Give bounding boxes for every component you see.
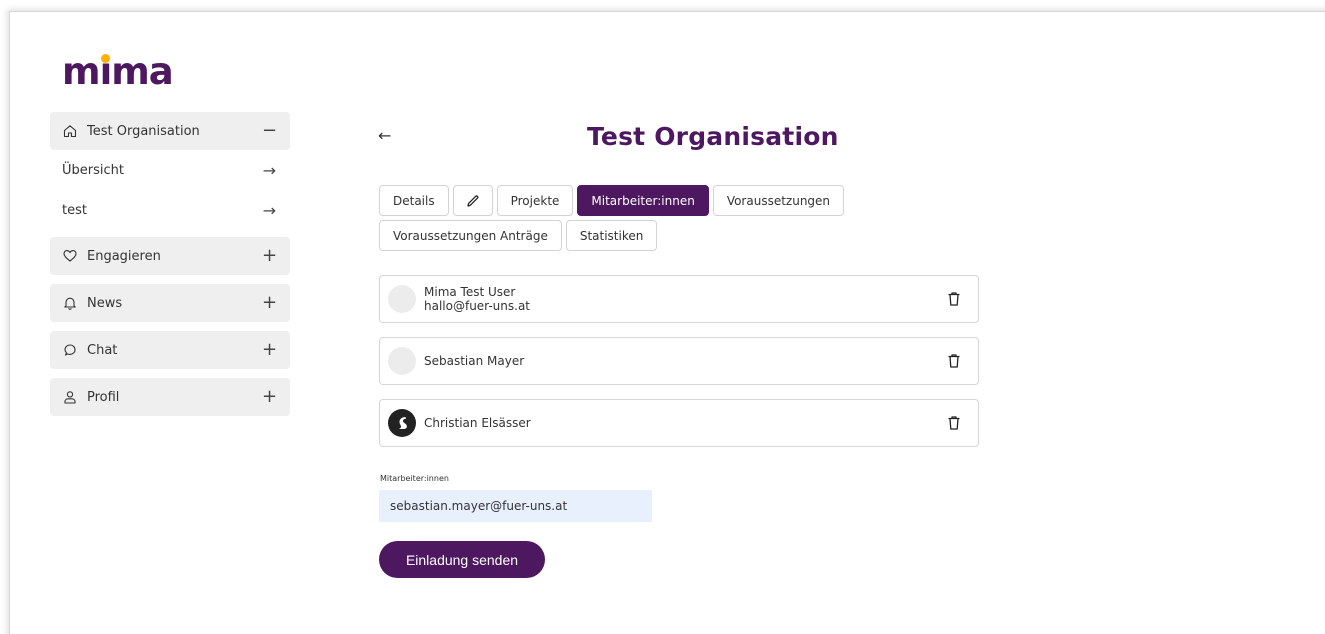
tab-statistiken[interactable]: Statistiken xyxy=(565,220,658,251)
heart-icon xyxy=(62,248,78,264)
invite-field-label: Mitarbeiter:innen xyxy=(380,474,449,483)
sidebar-section-engagieren[interactable]: Engagieren + xyxy=(50,237,290,275)
user-icon xyxy=(62,389,78,405)
tab-projekte[interactable]: Projekte xyxy=(496,185,574,216)
page-title: Test Organisation xyxy=(587,122,839,151)
sidebar-section-label: Engagieren xyxy=(87,248,161,264)
sidebar-item-test[interactable]: test → xyxy=(50,190,290,230)
expand-icon[interactable]: + xyxy=(262,247,277,265)
tab-edit[interactable] xyxy=(452,185,493,216)
member-row: Sebastian Mayer xyxy=(379,337,979,385)
trash-icon[interactable] xyxy=(944,351,964,371)
tab-bar: Details Projekte Mitarbeiter:innen Vorau… xyxy=(379,185,899,255)
sidebar-section-chat[interactable]: Chat + xyxy=(50,331,290,369)
pencil-icon xyxy=(466,194,480,208)
expand-icon[interactable]: + xyxy=(262,294,277,312)
sidebar-section-profil[interactable]: Profil + xyxy=(50,378,290,416)
sidebar-section-label: Test Organisation xyxy=(87,123,200,139)
avatar xyxy=(388,409,416,437)
sidebar-item-label: Übersicht xyxy=(62,162,124,178)
invite-email-input[interactable] xyxy=(379,490,652,522)
sidebar-item-label: test xyxy=(62,202,87,218)
tab-mitarbeiterinnen[interactable]: Mitarbeiter:innen xyxy=(577,185,709,216)
squirrel-logo-icon xyxy=(398,417,407,429)
trash-icon[interactable] xyxy=(944,289,964,309)
member-name: Sebastian Mayer xyxy=(424,354,525,368)
collapse-icon[interactable]: − xyxy=(262,122,277,140)
member-info: Mima Test User hallo@fuer-uns.at xyxy=(424,285,944,313)
sidebar-section-label: Profil xyxy=(87,389,120,405)
bell-icon xyxy=(62,295,78,311)
member-name: Christian Elsässer xyxy=(424,416,531,430)
member-row: Christian Elsässer xyxy=(379,399,979,447)
sidebar-section-news[interactable]: News + xyxy=(50,284,290,322)
arrow-right-icon: → xyxy=(262,200,276,220)
member-info: Christian Elsässer xyxy=(424,416,944,430)
tab-voraussetzungen[interactable]: Voraussetzungen xyxy=(712,185,845,216)
sidebar-section-test-organisation[interactable]: Test Organisation − xyxy=(50,112,290,150)
sidebar-nav: Test Organisation − Übersicht → test → E… xyxy=(50,112,290,425)
mima-logo[interactable]: mima xyxy=(62,52,174,92)
sidebar-section-label: Chat xyxy=(87,342,118,358)
expand-icon[interactable]: + xyxy=(262,388,277,406)
tab-details[interactable]: Details xyxy=(379,185,449,216)
chat-bubble-icon xyxy=(62,342,78,358)
arrow-right-icon: → xyxy=(262,160,276,180)
trash-icon[interactable] xyxy=(944,413,964,433)
sidebar-section-label: News xyxy=(87,295,123,311)
home-icon xyxy=(62,123,78,139)
member-email: hallo@fuer-uns.at xyxy=(424,299,531,313)
sidebar-sub-list: Übersicht → test → xyxy=(50,150,290,230)
avatar xyxy=(388,285,416,313)
back-arrow-icon[interactable]: ← xyxy=(378,126,391,145)
send-invitation-button[interactable]: Einladung senden xyxy=(379,541,545,578)
avatar xyxy=(388,347,416,375)
sidebar-item-uebersicht[interactable]: Übersicht → xyxy=(50,150,290,190)
expand-icon[interactable]: + xyxy=(262,341,277,359)
member-info: Sebastian Mayer xyxy=(424,354,944,368)
member-name: Mima Test User xyxy=(424,285,516,299)
tab-voraussetzungen-antraege[interactable]: Voraussetzungen Anträge xyxy=(379,220,562,251)
member-row: Mima Test User hallo@fuer-uns.at xyxy=(379,275,979,323)
